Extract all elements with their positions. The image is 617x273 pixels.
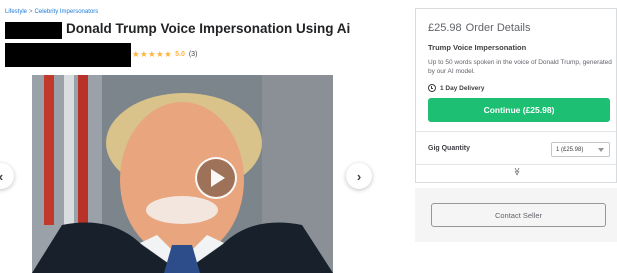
gallery-prev-button[interactable]: ‹ [0, 163, 14, 189]
rating-count[interactable]: (3) [189, 51, 198, 58]
divider [416, 131, 616, 132]
gig-quantity-label: Gig Quantity [428, 145, 470, 152]
contact-seller-box: Contact Seller [415, 188, 617, 242]
clock-icon [428, 84, 436, 92]
gig-gallery: ‹ › [0, 75, 372, 273]
video-frame-image [32, 75, 333, 273]
order-price: £25.98 [428, 22, 462, 34]
gig-title: Donald Trump Voice Impersonation Using A… [66, 21, 351, 36]
rating-score: 5.0 [175, 51, 185, 58]
chevron-left-icon: ‹ [0, 169, 3, 184]
play-icon [211, 169, 225, 187]
package-title: Trump Voice Impersonation [428, 43, 527, 52]
redaction-block [5, 22, 62, 39]
gig-video-thumbnail[interactable] [32, 75, 333, 273]
breadcrumb: Lifestyle > Celebrity Impersonators [5, 9, 98, 15]
caret-down-icon [598, 148, 604, 152]
contact-seller-button[interactable]: Contact Seller [431, 203, 606, 227]
breadcrumb-celebrity-impersonators[interactable]: Celebrity Impersonators [35, 9, 99, 15]
continue-button[interactable]: Continue (£25.98) [428, 98, 610, 122]
delivery-label: 1 Day Delivery [440, 84, 485, 92]
delivery-time: 1 Day Delivery [428, 84, 484, 92]
rating: ★★★★★ 5.0 (3) [132, 49, 197, 60]
divider [416, 164, 616, 165]
breadcrumb-lifestyle[interactable]: Lifestyle [5, 9, 27, 15]
gig-quantity-select[interactable]: 1 (£25.98) [551, 142, 610, 157]
order-panel: £25.98 Order Details Trump Voice Imperson… [415, 8, 617, 183]
double-chevron-down-icon[interactable]: ≫ [513, 167, 522, 175]
breadcrumb-separator: > [29, 9, 33, 15]
order-header: £25.98 Order Details [428, 22, 530, 34]
package-description: Up to 50 words spoken in the voice of Do… [428, 59, 612, 75]
chevron-right-icon: › [356, 168, 362, 184]
gig-quantity-value: 1 (£25.98) [556, 146, 584, 153]
order-details-label: Order Details [465, 22, 531, 34]
play-button[interactable] [195, 157, 237, 199]
rating-stars-icon: ★★★★★ [132, 49, 173, 59]
gallery-next-button[interactable]: › [346, 163, 372, 189]
redaction-block [5, 43, 131, 67]
